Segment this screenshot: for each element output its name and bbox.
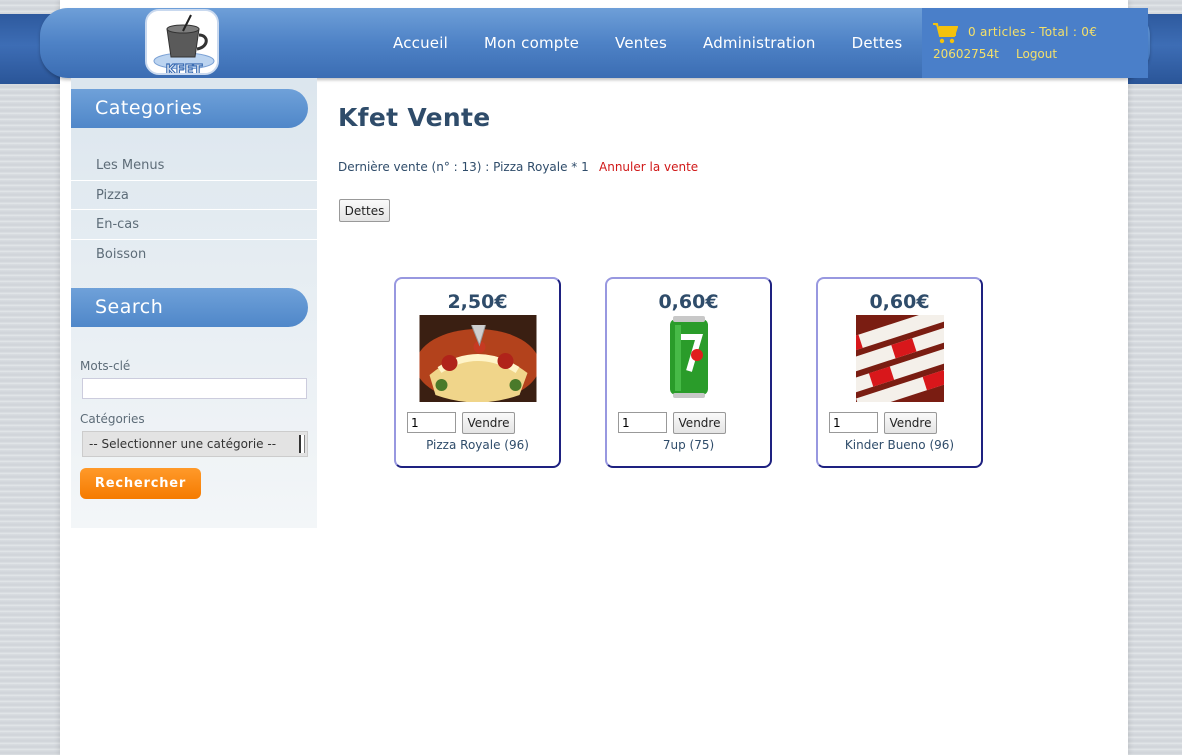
product-card-pizza-royale: 2,50€ Vendre Pizza Royale (96)	[394, 277, 561, 468]
sell-button[interactable]: Vendre	[462, 412, 515, 434]
product-price: 0,60€	[658, 291, 719, 313]
category-list: Les Menus Pizza En-cas Boisson	[71, 151, 317, 269]
cancel-sale-link[interactable]: Annuler la vente	[599, 160, 698, 174]
cart-summary[interactable]: 0 articles - Total : 0€	[968, 25, 1097, 39]
category-item-pizza[interactable]: Pizza	[71, 181, 317, 210]
product-card-7up: 0,60€ Vendre 7up (75)	[605, 277, 772, 468]
sell-button[interactable]: Vendre	[673, 412, 726, 434]
coffee-cup-logo-icon: KFET	[147, 11, 217, 75]
nav-administration[interactable]: Administration	[703, 34, 816, 52]
product-card-kinder-bueno: 0,60€ Vendre Kinder Bueno (96)	[816, 277, 983, 468]
category-item-boisson[interactable]: Boisson	[71, 240, 317, 270]
product-name: Pizza Royale (96)	[426, 438, 529, 452]
cart-panel: 0 articles - Total : 0€ 20602754t Logout	[922, 8, 1148, 78]
quantity-input[interactable]	[829, 412, 878, 433]
sidebar-top	[61, 0, 317, 8]
last-sale-info: Dernière vente (n° : 13) : Pizza Royale …	[338, 160, 589, 174]
main-nav: Accueil Mon compte Ventes Administration…	[393, 34, 938, 52]
product-price: 2,50€	[447, 291, 508, 313]
sell-button[interactable]: Vendre	[884, 412, 937, 434]
category-item-en-cas[interactable]: En-cas	[71, 210, 317, 240]
product-name: Kinder Bueno (96)	[844, 438, 955, 452]
quantity-input[interactable]	[407, 412, 456, 433]
nav-dettes[interactable]: Dettes	[852, 34, 903, 52]
category-select-value: -- Selectionner une catégorie --	[89, 437, 277, 451]
select-scroll-icon	[299, 435, 305, 453]
nav-mon-compte[interactable]: Mon compte	[484, 34, 579, 52]
nav-ventes[interactable]: Ventes	[615, 34, 667, 52]
quantity-input[interactable]	[618, 412, 667, 433]
svg-text:KFET: KFET	[166, 63, 203, 75]
category-select[interactable]: -- Selectionner une catégorie --	[82, 431, 308, 457]
kfet-logo[interactable]: KFET	[145, 9, 219, 75]
keywords-label: Mots-clé	[80, 359, 131, 373]
7up-can-image	[667, 315, 711, 399]
debts-button[interactable]: Dettes	[339, 199, 390, 222]
search-heading: Search	[71, 288, 308, 327]
pizza-image	[419, 315, 536, 402]
kinder-bueno-image	[855, 315, 944, 402]
page-title: Kfet Vente	[338, 103, 491, 132]
search-button[interactable]: Rechercher	[80, 468, 201, 499]
category-item-les-menus[interactable]: Les Menus	[71, 151, 317, 181]
logout-link[interactable]: Logout	[1016, 47, 1057, 61]
categories-heading: Categories	[71, 89, 308, 128]
sidebar: Categories Les Menus Pizza En-cas Boisso…	[71, 78, 317, 528]
user-id[interactable]: 20602754t	[933, 47, 999, 61]
category-select-label: Catégories	[80, 412, 145, 426]
keywords-input[interactable]	[82, 378, 307, 399]
product-name: 7up (75)	[662, 438, 715, 452]
cart-icon[interactable]	[932, 22, 959, 48]
product-price: 0,60€	[869, 291, 930, 313]
nav-accueil[interactable]: Accueil	[393, 34, 448, 52]
